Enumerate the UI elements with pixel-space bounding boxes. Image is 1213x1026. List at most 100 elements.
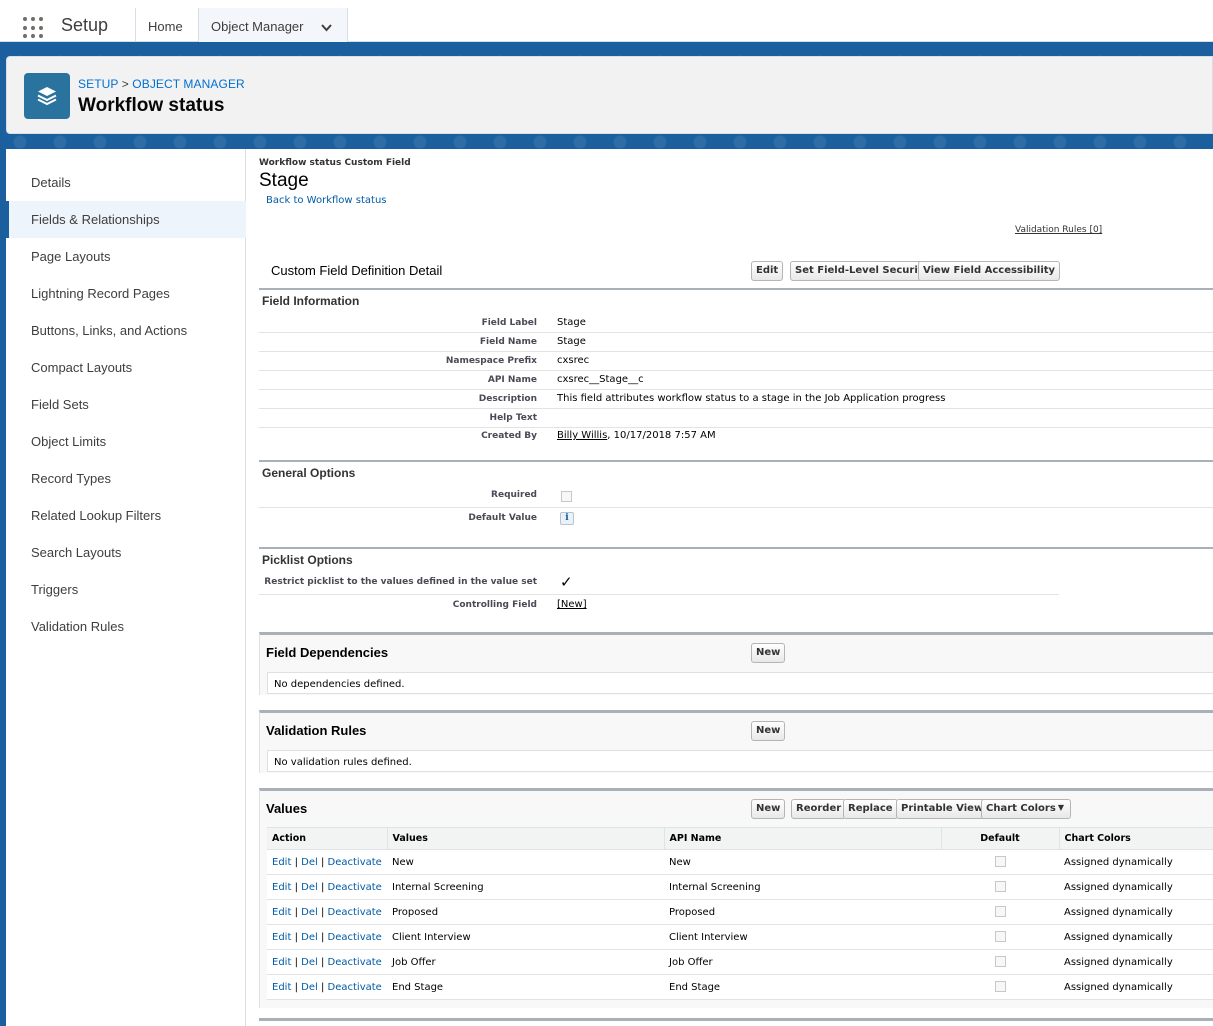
row-divider	[259, 351, 1213, 352]
deactivate-link[interactable]: Deactivate	[328, 957, 382, 968]
row-default	[941, 899, 1059, 925]
row-actions: Edit | Del | Deactivate	[267, 924, 387, 950]
new-value-button[interactable]: New	[751, 799, 786, 819]
del-link[interactable]: Del	[301, 907, 318, 918]
row-value: Client Interview	[387, 924, 664, 950]
link-separator: |	[294, 906, 298, 918]
sidebar-item-page-layouts[interactable]: Page Layouts	[6, 238, 246, 275]
link-separator: |	[320, 981, 325, 993]
sidebar-item-buttons-links-actions[interactable]: Buttons, Links, and Actions	[6, 312, 246, 349]
sidebar-item-fields-relationships[interactable]: Fields & Relationships	[6, 201, 246, 238]
edit-link[interactable]: Edit	[272, 882, 291, 893]
chart-colors-dropdown[interactable]: Chart Colors ▼	[981, 799, 1071, 819]
edit-link[interactable]: Edit	[272, 982, 291, 993]
sidebar-item-record-types[interactable]: Record Types	[6, 460, 246, 497]
printable-view-button[interactable]: Printable View	[896, 799, 989, 819]
row-default	[941, 849, 1059, 875]
sidebar-item-related-lookup-filters[interactable]: Related Lookup Filters	[6, 497, 246, 534]
default-checkbox	[994, 981, 1006, 993]
deactivate-link[interactable]: Deactivate	[328, 857, 382, 868]
row-api-name: Internal Screening	[664, 874, 941, 900]
values-panel: Values New Reorder Replace Printable Vie…	[259, 788, 1213, 1008]
del-link[interactable]: Del	[301, 982, 318, 993]
del-link[interactable]: Del	[301, 932, 318, 943]
new-validation-rule-button[interactable]: New	[751, 721, 786, 741]
edit-button[interactable]: Edit	[751, 261, 784, 281]
row-default	[941, 874, 1059, 900]
deactivate-link[interactable]: Deactivate	[328, 932, 382, 943]
del-link[interactable]: Del	[301, 882, 318, 893]
page-title: Workflow status	[78, 95, 225, 116]
default-checkbox	[994, 906, 1006, 918]
back-link[interactable]: Back to Workflow status	[266, 195, 387, 206]
col-header-action: Action	[267, 827, 388, 850]
edit-link[interactable]: Edit	[272, 932, 291, 943]
row-value: New	[387, 849, 664, 875]
deactivate-link[interactable]: Deactivate	[328, 982, 382, 993]
validation-rules-panel: Validation Rules New No validation rules…	[259, 710, 1213, 773]
sidebar-item-search-layouts[interactable]: Search Layouts	[6, 534, 246, 571]
col-header-api-name: API Name	[664, 827, 942, 850]
row-api-name: End Stage	[664, 974, 941, 1000]
sidebar-item-details[interactable]: Details	[6, 164, 246, 201]
row-default	[941, 974, 1059, 1000]
sidebar-item-validation-rules[interactable]: Validation Rules	[6, 608, 246, 645]
field-name-value: Stage	[557, 336, 586, 347]
link-separator: |	[294, 856, 298, 868]
sidebar-item-object-limits[interactable]: Object Limits	[6, 423, 246, 460]
table-row: Edit | Del | Deactivate New New Assigned dy…	[267, 849, 1213, 875]
sidebar-item-field-sets[interactable]: Field Sets	[6, 386, 246, 423]
no-dependencies-message: No dependencies defined.	[267, 672, 1213, 694]
validation-rules-link[interactable]: Validation Rules [0]	[1015, 225, 1102, 235]
row-value: Proposed	[387, 899, 664, 925]
row-chart-color: Assigned dynamically	[1059, 849, 1213, 875]
dropdown-arrow-icon: ▼	[1057, 803, 1064, 812]
sidebar-item-compact-layouts[interactable]: Compact Layouts	[6, 349, 246, 386]
controlling-field-new-link[interactable]: [New]	[557, 599, 587, 610]
link-separator: |	[294, 981, 298, 993]
app-launcher-icon[interactable]	[23, 17, 45, 39]
del-link[interactable]: Del	[301, 857, 318, 868]
view-field-accessibility-button[interactable]: View Field Accessibility	[918, 261, 1061, 281]
created-by-user-link[interactable]: Billy Willis	[557, 430, 607, 441]
api-name-value: cxsrec__Stage__c	[557, 374, 644, 385]
values-table: Action Values API Name Default Chart Col…	[267, 827, 1213, 1000]
set-field-level-security-button[interactable]: Set Field-Level Security	[790, 261, 935, 281]
created-by-value: Billy Willis, 10/17/2018 7:57 AM	[557, 430, 716, 441]
deactivate-link[interactable]: Deactivate	[328, 907, 382, 918]
info-icon[interactable]: i	[560, 512, 574, 525]
field-dependencies-panel: Field Dependencies New No dependencies d…	[259, 632, 1213, 695]
sidebar-item-triggers[interactable]: Triggers	[6, 571, 246, 608]
nav-tab-home[interactable]: Home	[135, 8, 198, 46]
nav-tab-label: Object Manager	[211, 19, 304, 34]
field-information-title: Field Information	[262, 294, 360, 308]
replace-button[interactable]: Replace	[843, 799, 898, 819]
new-dependency-button[interactable]: New	[751, 643, 786, 663]
edit-link[interactable]: Edit	[272, 857, 291, 868]
section-divider	[259, 460, 1213, 462]
validation-rules-title: Validation Rules	[266, 723, 367, 738]
row-api-name: Proposed	[664, 899, 941, 925]
row-api-name: New	[664, 849, 941, 875]
del-link[interactable]: Del	[301, 957, 318, 968]
breadcrumb-setup[interactable]: SETUP	[78, 77, 118, 91]
reorder-button[interactable]: Reorder	[791, 799, 847, 819]
field-label-value: Stage	[557, 317, 586, 328]
row-chart-color: Assigned dynamically	[1059, 874, 1213, 900]
default-checkbox	[994, 856, 1006, 868]
section-divider	[259, 288, 1213, 290]
sidebar-item-lightning-record-pages[interactable]: Lightning Record Pages	[6, 275, 246, 312]
edit-link[interactable]: Edit	[272, 907, 291, 918]
row-value: End Stage	[387, 974, 664, 1000]
description-label: Description	[478, 394, 537, 404]
field-title: Stage	[259, 170, 309, 191]
chevron-down-icon[interactable]	[320, 21, 333, 34]
nav-tab-object-manager[interactable]: Object Manager	[198, 8, 348, 46]
app-name: Setup	[61, 15, 109, 35]
edit-link[interactable]: Edit	[272, 957, 291, 968]
breadcrumb-object-manager[interactable]: OBJECT MANAGER	[132, 77, 245, 91]
content-area: Details Fields & Relationships Page Layo…	[6, 149, 1213, 1026]
controlling-field-label: Controlling Field	[452, 600, 537, 610]
deactivate-link[interactable]: Deactivate	[328, 882, 382, 893]
breadcrumb-separator: >	[121, 77, 133, 91]
